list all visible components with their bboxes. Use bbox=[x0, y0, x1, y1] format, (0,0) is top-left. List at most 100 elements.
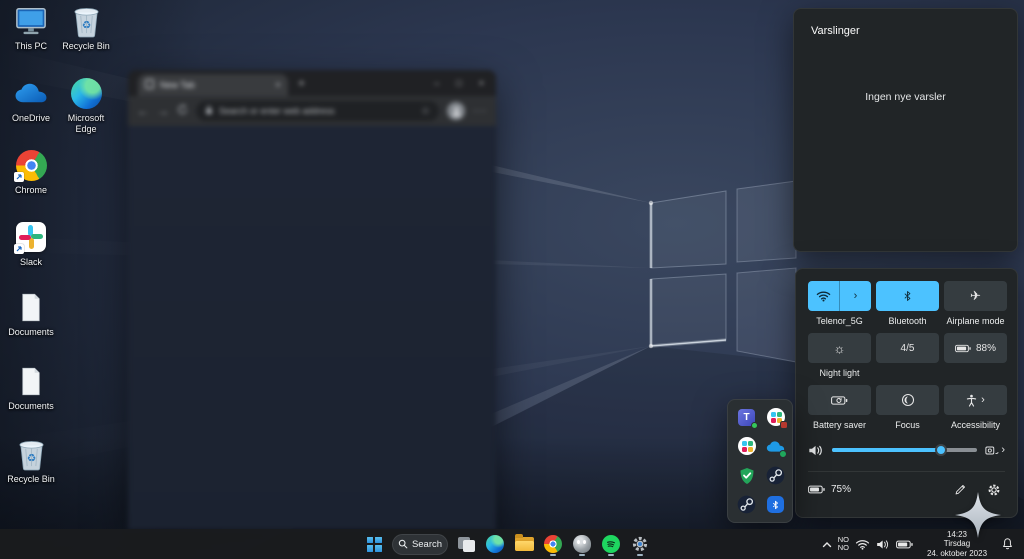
night-light-tile[interactable]: ☼ bbox=[808, 333, 871, 363]
airplane-mode-tile[interactable]: ✈ bbox=[944, 281, 1007, 311]
desktop-icon-label: Recycle Bin bbox=[5, 474, 57, 485]
wifi-expand-chevron[interactable]: › bbox=[840, 281, 871, 311]
back-button[interactable]: ← bbox=[137, 104, 149, 118]
svg-text:♻: ♻ bbox=[81, 19, 91, 31]
accessibility-person-icon bbox=[966, 394, 977, 407]
recycle-bin-icon: ♻ bbox=[69, 4, 103, 38]
tray-battery-icon[interactable] bbox=[896, 540, 913, 549]
edge-browser-window: New Tab × + – □ × ← → Search or enter we… bbox=[128, 70, 496, 530]
desktop-icon-label: OneDrive bbox=[5, 113, 57, 124]
wifi-tile: › bbox=[808, 281, 871, 311]
desktop-icon-label: Recycle Bin bbox=[60, 41, 112, 52]
battery-tile[interactable]: 88% bbox=[944, 333, 1007, 363]
onedrive-icon bbox=[14, 76, 48, 110]
tray-slack-notification-icon[interactable] bbox=[766, 408, 785, 427]
notifications-empty-message: Ingen nye varsler bbox=[794, 91, 1017, 103]
lock-icon bbox=[205, 105, 213, 117]
desktop-icon-slack[interactable]: Slack bbox=[5, 220, 57, 268]
window-maximize-button[interactable]: □ bbox=[456, 78, 461, 88]
keyboard-backlight-tile[interactable]: 4/5 bbox=[876, 333, 939, 363]
taskbar-spotify-icon[interactable] bbox=[600, 531, 622, 557]
browser-content bbox=[128, 126, 496, 530]
tray-steam-icon[interactable] bbox=[766, 466, 785, 485]
hidden-icons-chevron[interactable] bbox=[822, 541, 832, 548]
battery-saver-tile[interactable] bbox=[808, 385, 871, 415]
shortcut-arrow-icon bbox=[14, 244, 24, 254]
desktop-icon-onedrive[interactable]: OneDrive bbox=[5, 76, 57, 124]
desktop-icon-documents-1[interactable]: Documents bbox=[5, 290, 57, 338]
running-indicator bbox=[550, 554, 556, 557]
focus-moon-icon bbox=[901, 393, 915, 407]
desktop-icon-documents-2[interactable]: Documents bbox=[5, 364, 57, 412]
taskbar-gimp-icon[interactable] bbox=[571, 531, 593, 557]
profile-avatar[interactable] bbox=[447, 102, 465, 120]
tray-slack-icon[interactable] bbox=[737, 437, 756, 456]
edge-icon bbox=[69, 76, 103, 110]
task-view-button[interactable] bbox=[455, 531, 477, 557]
battery-saver-label: Battery saver bbox=[813, 420, 866, 431]
bluetooth-tile[interactable] bbox=[876, 281, 939, 311]
desktop-icon-label: Documents bbox=[5, 327, 57, 338]
browser-tab[interactable]: New Tab × bbox=[138, 74, 288, 96]
desktop-icon-recycle-bin-2[interactable]: ♻ Recycle Bin bbox=[5, 437, 57, 485]
shortcut-arrow-icon bbox=[14, 172, 24, 182]
focus-tile[interactable] bbox=[876, 385, 939, 415]
tray-teams-icon[interactable]: T bbox=[737, 408, 756, 427]
favorites-star-icon[interactable]: ☆ bbox=[421, 106, 430, 117]
tray-steam-icon-2[interactable] bbox=[737, 495, 756, 514]
chrome-icon bbox=[14, 148, 48, 182]
folder-icon bbox=[515, 537, 534, 551]
tray-bluetooth-icon[interactable] bbox=[766, 495, 785, 514]
tray-onedrive-sync-icon[interactable] bbox=[766, 437, 785, 456]
keyboard-backlight-level: 4/5 bbox=[901, 343, 915, 354]
start-button[interactable] bbox=[363, 531, 385, 557]
desktop-icon-chrome[interactable]: Chrome bbox=[5, 148, 57, 196]
taskbar: Search bbox=[0, 529, 1024, 559]
recycle-bin-icon: ♻ bbox=[14, 437, 48, 471]
quick-settings-panel: › Telenor_5G Bluetooth ✈ Airplane mode ☼ bbox=[795, 268, 1018, 518]
volume-slider[interactable] bbox=[832, 448, 977, 452]
battery-tile-percent: 88% bbox=[976, 343, 996, 354]
taskbar-search[interactable]: Search bbox=[392, 534, 448, 555]
taskbar-edge-icon[interactable] bbox=[484, 531, 506, 557]
desktop-icon-this-pc[interactable]: This PC bbox=[5, 4, 57, 52]
address-placeholder: Search or enter web address bbox=[219, 106, 415, 116]
window-close-button[interactable]: × bbox=[479, 78, 484, 88]
new-tab-button[interactable]: + bbox=[298, 76, 305, 90]
tray-volume-icon[interactable] bbox=[876, 539, 890, 550]
svg-text:♻: ♻ bbox=[26, 452, 36, 464]
browser-tab-strip: New Tab × + – □ × bbox=[128, 70, 496, 96]
tray-wifi-icon[interactable] bbox=[855, 539, 870, 550]
desktop-icon-microsoft-edge[interactable]: Microsoft Edge bbox=[60, 76, 112, 134]
browser-toolbar: ← → Search or enter web address ☆ ··· bbox=[128, 96, 496, 126]
audio-output-chevron: › bbox=[1001, 445, 1005, 456]
volume-slider-thumb[interactable] bbox=[935, 444, 947, 456]
window-minimize-button[interactable]: – bbox=[434, 78, 439, 88]
audio-output-selector[interactable]: › bbox=[985, 445, 1005, 456]
running-indicator bbox=[579, 554, 585, 557]
browser-menu-icon[interactable]: ··· bbox=[473, 105, 487, 117]
notification-bell-icon[interactable] bbox=[1001, 537, 1014, 551]
audio-output-icon bbox=[985, 445, 999, 456]
desktop-icon-label: Chrome bbox=[5, 185, 57, 196]
search-label: Search bbox=[412, 539, 442, 550]
volume-speaker-icon[interactable] bbox=[808, 444, 824, 457]
refresh-button[interactable] bbox=[177, 104, 188, 118]
forward-button[interactable]: → bbox=[157, 104, 169, 118]
taskbar-settings-icon[interactable] bbox=[629, 531, 651, 557]
gear-icon bbox=[631, 535, 649, 553]
windows-logo-icon bbox=[367, 537, 382, 552]
night-light-label: Night light bbox=[819, 368, 859, 379]
accessibility-tile[interactable]: › bbox=[944, 385, 1007, 415]
desktop-icon-label: Slack bbox=[5, 257, 57, 268]
tab-title: New Tab bbox=[160, 80, 269, 90]
wifi-toggle-button[interactable] bbox=[808, 281, 839, 311]
tray-windows-security-icon[interactable] bbox=[737, 466, 756, 485]
taskbar-chrome-icon[interactable] bbox=[542, 531, 564, 557]
taskbar-file-explorer-icon[interactable] bbox=[513, 531, 535, 557]
this-pc-icon bbox=[14, 4, 48, 38]
desktop-icon-recycle-bin[interactable]: ♻ Recycle Bin bbox=[60, 4, 112, 52]
address-bar[interactable]: Search or enter web address ☆ bbox=[196, 101, 439, 121]
language-indicator[interactable]: NO NO bbox=[838, 536, 849, 553]
tab-close-icon[interactable]: × bbox=[275, 80, 281, 91]
